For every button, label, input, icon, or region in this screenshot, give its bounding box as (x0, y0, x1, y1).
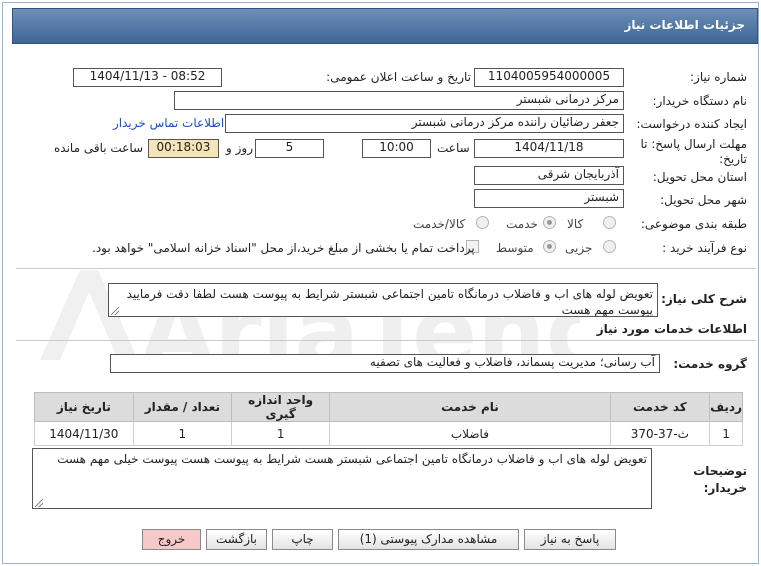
col-header-need-date: تاریخ نیاز (34, 392, 134, 422)
service-group-field: آب رسانی؛ مدیریت پسماند، فاضلاب و فعالیت… (110, 354, 660, 373)
city-field: شبستر (474, 189, 624, 208)
process-label: نوع فرآیند خرید : (662, 241, 747, 255)
exit-button[interactable]: خروج (142, 529, 201, 550)
province-label: استان محل تحویل: (652, 170, 747, 184)
col-header-unit: واحد اندازه گیری (230, 392, 331, 422)
table-row: 1 ث-37-370 فاضلاب 1 1 1404/11/30 (34, 421, 743, 446)
description-text: تعویض لوله های اب و فاضلاب درمانگاه تامی… (126, 287, 653, 317)
treasury-text: پرداخت تمام یا بخشی از مبلغ خرید،از محل … (92, 241, 475, 255)
remaining-time-field: 00:18:03 (148, 139, 219, 158)
category-radio-goods[interactable] (603, 216, 616, 229)
page-title: جزئیات اطلاعات نیاز (624, 18, 745, 32)
buyer-contact-link[interactable]: اطلاعات تماس خریدار (113, 116, 224, 130)
days-label: روز و (226, 141, 253, 155)
col-header-row-number: ردیف (709, 392, 743, 422)
back-button[interactable]: بازگشت (206, 529, 267, 550)
time-label: ساعت (437, 141, 470, 155)
buyer-notes-text: تعویض لوله های اب و فاضلاب درمانگاه تامی… (57, 452, 647, 466)
description-textarea[interactable]: تعویض لوله های اب و فاضلاب درمانگاه تامی… (108, 283, 658, 317)
reply-button[interactable]: پاسخ به نیاز (524, 529, 616, 550)
col-header-quantity: تعداد / مقدار (132, 392, 233, 422)
table-header-row: ردیف کد خدمت نام خدمت واحد اندازه گیری ت… (34, 392, 743, 422)
attachments-button[interactable]: مشاهده مدارک پیوستی (1) (338, 529, 519, 550)
category-radio-service[interactable] (543, 216, 556, 229)
category-option-goods-service: کالا/خدمت (413, 217, 466, 231)
services-table: ردیف کد خدمت نام خدمت واحد اندازه گیری ت… (34, 392, 743, 446)
category-label: طبقه بندی موضوعی: (640, 217, 747, 231)
cell-service-code: ث-37-370 (609, 421, 711, 446)
requester-label: ایجاد کننده درخواست: (636, 117, 747, 131)
resize-grip-icon[interactable] (35, 499, 43, 507)
process-option-medium: متوسط (496, 241, 534, 255)
category-option-goods: کالا (567, 217, 584, 231)
title-bar: جزئیات اطلاعات نیاز (12, 8, 758, 44)
description-label: شرح کلی نیاز: (661, 292, 747, 306)
services-heading: اطلاعات خدمات مورد نیاز (596, 322, 747, 336)
deadline-date-field: 1404/11/18 (474, 139, 624, 158)
deadline-label: مهلت ارسال پاسخ: تا تاریخ: (640, 137, 747, 166)
province-field: آذربایجان شرقی (474, 166, 624, 185)
need-number-field: 1104005954000005 (474, 68, 624, 87)
process-option-minor: جزیی (565, 241, 593, 255)
cell-unit: 1 (230, 421, 331, 446)
requester-field: جعفر رضائیان راننده مرکز درمانی شبستر (225, 114, 624, 133)
category-option-service: خدمت (506, 217, 538, 231)
col-header-service-code: کد خدمت (609, 392, 711, 422)
col-header-service-name: نام خدمت (329, 392, 611, 422)
cell-quantity: 1 (132, 421, 233, 446)
deadline-time-field: 10:00 (362, 139, 431, 158)
days-field: 5 (255, 139, 324, 158)
city-label: شهر محل تحویل: (660, 193, 747, 207)
buyer-org-label: نام دستگاه خریدار: (652, 94, 748, 108)
section-divider (16, 268, 756, 269)
buyer-notes-textarea[interactable]: تعویض لوله های اب و فاضلاب درمانگاه تامی… (32, 448, 652, 509)
cell-need-date: 1404/11/30 (34, 421, 134, 446)
buyer-org-field: مرکز درمانی شبستر (174, 91, 624, 110)
service-group-label: گروه خدمت: (673, 357, 747, 371)
resize-grip-icon[interactable] (111, 307, 119, 315)
remaining-label: ساعت باقی مانده (54, 141, 144, 155)
cell-row-number: 1 (709, 421, 743, 446)
need-number-label: شماره نیاز: (690, 70, 747, 84)
print-button[interactable]: چاپ (272, 529, 333, 550)
buyer-notes-label: توضیحات خریدار: (693, 464, 747, 495)
category-radio-goods-service[interactable] (476, 216, 489, 229)
process-radio-minor[interactable] (603, 240, 616, 253)
cell-service-name: فاضلاب (329, 421, 611, 446)
announce-field: 1404/11/13 - 08:52 (73, 68, 222, 87)
section-divider (16, 340, 756, 341)
process-radio-medium[interactable] (543, 240, 556, 253)
announce-label: تاریخ و ساعت اعلان عمومی: (326, 70, 471, 84)
